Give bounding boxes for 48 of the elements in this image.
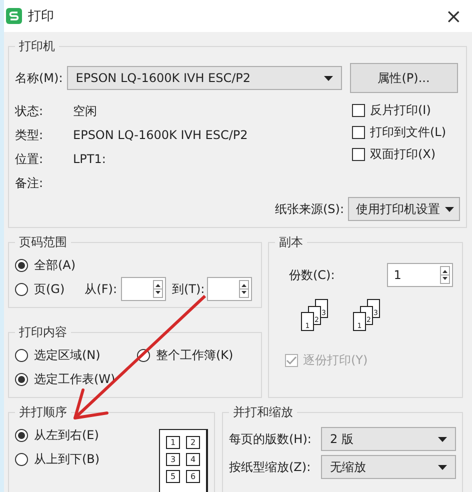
- dropdown[interactable]: 使用打印机设置: [348, 197, 460, 221]
- number-field[interactable]: [120, 277, 166, 301]
- radio-option[interactable]: 整个工作簿(K): [137, 343, 255, 367]
- checkbox-option[interactable]: 打印到文件(L): [352, 121, 460, 143]
- group-title: 并打和缩放: [232, 404, 294, 421]
- window-title: 打印: [28, 8, 55, 25]
- info-value: LPT1:: [73, 152, 106, 166]
- group-title: 页码范围: [18, 234, 68, 251]
- dropdown[interactable]: 无缩放: [321, 455, 456, 479]
- spinner-icon[interactable]: [152, 280, 163, 298]
- number-field[interactable]: [206, 277, 252, 301]
- field-label: 每页的版数(H):: [229, 430, 312, 448]
- info-value: EPSON LQ-1600K IVH ESC/P2: [73, 128, 248, 142]
- info-label: 备注:: [15, 174, 44, 192]
- field-label: 名称(M):: [15, 70, 63, 86]
- checkbox-option[interactable]: 反片打印(I): [352, 99, 460, 121]
- radio-option[interactable]: 页(G): [15, 277, 65, 301]
- spinner-icon[interactable]: [440, 266, 450, 284]
- field-label: 份数(C):: [289, 266, 335, 284]
- checkmark-icon: [286, 356, 297, 364]
- info-label: 位置:: [15, 150, 44, 168]
- radio-option[interactable]: 从左到右(E): [15, 423, 100, 447]
- info-label: 状态:: [15, 102, 44, 120]
- caret-icon: [445, 206, 454, 212]
- spinner-icon[interactable]: [238, 280, 249, 298]
- checkbox-option[interactable]: 双面打印(X): [352, 143, 460, 165]
- caret-icon: [438, 464, 447, 470]
- group-title: 打印内容: [18, 324, 68, 341]
- group-title: 并打顺序: [18, 404, 68, 421]
- number-field[interactable]: 1: [386, 263, 453, 287]
- field-label: 从(F):: [84, 280, 117, 298]
- field-label: 按纸型缩放(Z):: [229, 458, 311, 476]
- info-value: 空闲: [73, 102, 97, 120]
- info-label: 类型:: [15, 126, 44, 144]
- group-title: 打印机: [18, 38, 56, 55]
- caret-icon: [438, 436, 447, 442]
- field-label: 纸张来源(S):: [274, 200, 344, 218]
- radio-option[interactable]: 选定区域(N): [15, 343, 137, 367]
- close-button[interactable]: ×: [441, 6, 466, 26]
- radio-option[interactable]: 从上到下(B): [15, 447, 100, 471]
- caret-icon: [324, 76, 333, 80]
- dropdown[interactable]: EPSON LQ-1600K IVH ESC/P2: [66, 66, 342, 90]
- page-preview: 1 2 3 4 5 6: [159, 429, 208, 492]
- group-title: 副本: [278, 234, 304, 251]
- field-label: 到(T):: [172, 280, 205, 298]
- dropdown[interactable]: 2 版: [321, 427, 456, 451]
- properties-button[interactable]: 属性(P)...: [350, 63, 458, 93]
- radio-option[interactable]: 全部(A): [15, 253, 255, 277]
